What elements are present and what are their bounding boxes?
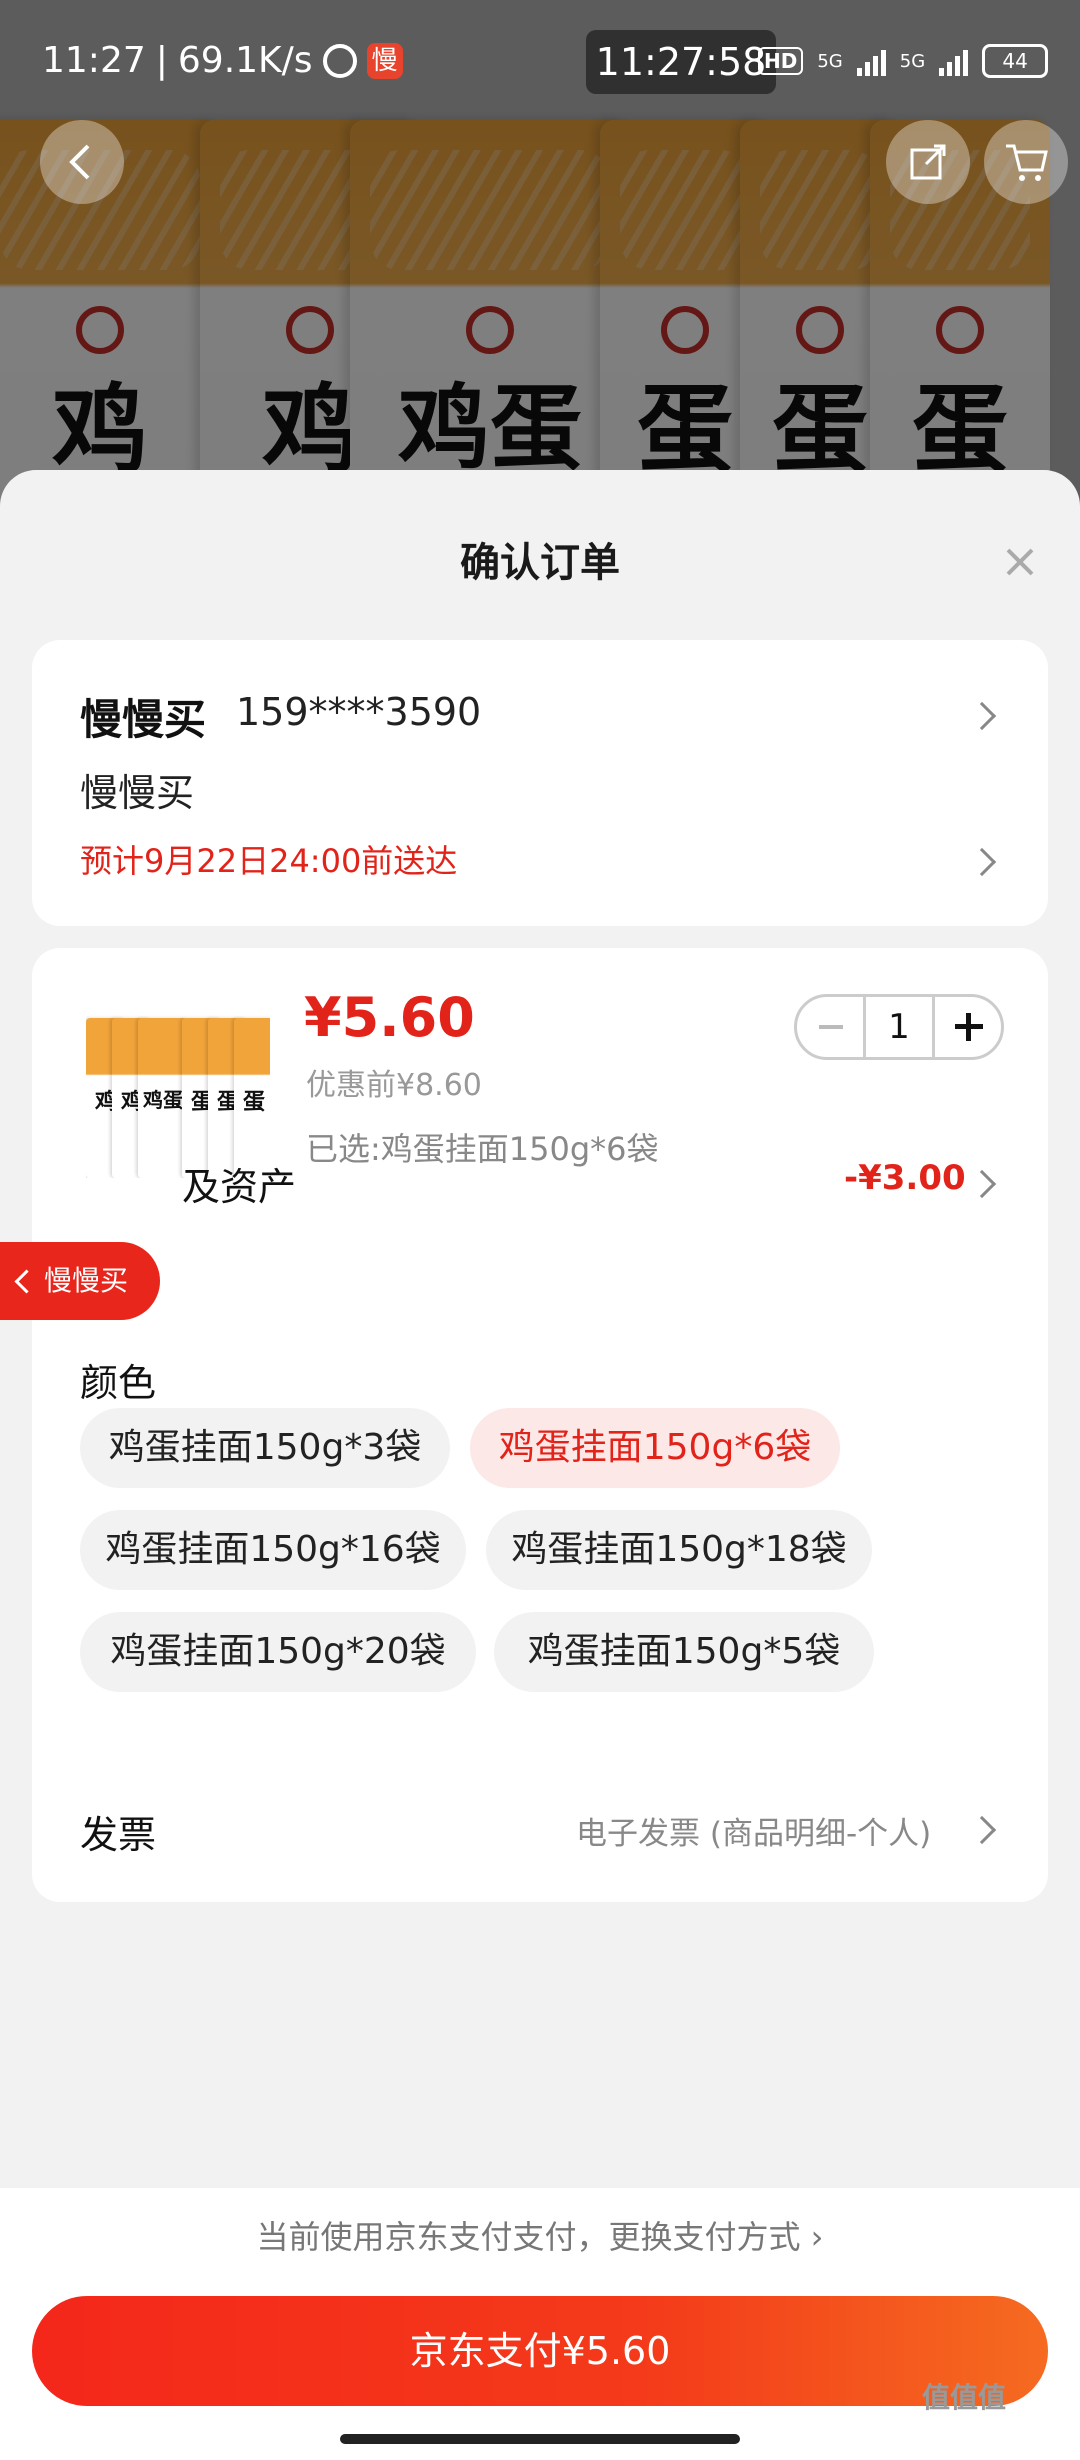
color-label: 颜色 [80,1361,157,1405]
floating-app-tag[interactable]: 慢慢买 [0,1242,160,1320]
cart-button[interactable] [984,120,1068,204]
original-price: 优惠前¥8.60 [306,1068,482,1103]
assets-label: 及资产 [182,1165,297,1209]
confirm-order-sheet: 确认订单 慢慢买 159****3590 慢慢买 预计9月22日24:00前送达… [0,470,1080,2460]
app-badge-icon: 慢 [366,42,403,79]
pay-button[interactable]: 京东支付¥5.60 [32,2296,1048,2406]
alarm-icon [322,43,357,78]
chevron-right-icon [967,701,997,731]
chevron-right-icon[interactable] [967,1815,997,1845]
back-button[interactable] [40,120,124,204]
status-bar: 11:27 | 69.1K/s 慢 11:27:58 HD 5G 5G 44 [0,30,1080,100]
selected-spec: 已选:鸡蛋挂面150g*6袋 [306,1130,659,1168]
network-type-label: 5G [817,50,843,72]
recipient-name: 慢慢买 [80,695,207,744]
payment-bar: 当前使用京东支付支付，更换支付方式 › 京东支付¥5.60 [0,2188,1080,2460]
watermark: 值值值 [922,2381,1007,2414]
sheet-title: 确认订单 [460,540,620,586]
quantity-value[interactable]: 1 [863,997,935,1057]
product-thumbnail: 鸡 鸡 鸡蛋 蛋 蛋 蛋 [86,1008,270,1178]
chevron-right-icon[interactable] [967,1169,997,1199]
hd-icon: HD [758,47,804,75]
chevron-right-icon[interactable] [967,847,997,877]
color-option-chip[interactable]: 鸡蛋挂面150g*18袋 [486,1510,872,1590]
address-line: 慢慢买 [80,771,195,815]
battery-icon: 44 [982,44,1049,78]
product-price: ¥5.60 [304,986,475,1049]
change-payment-link[interactable]: 当前使用京东支付支付，更换支付方式 › [0,2212,1080,2258]
clock-pill: 11:27:58 [586,30,776,94]
invoice-label: 发票 [80,1813,157,1857]
back-arrow-icon [69,144,90,180]
network-speed: 69.1K/s [177,40,313,81]
increase-quantity-button[interactable] [935,997,1001,1057]
decrease-quantity-button[interactable] [797,997,863,1057]
delivery-eta: 预计9月22日24:00前送达 [80,842,458,880]
cart-icon [1006,144,1048,181]
color-option-chip-selected[interactable]: 鸡蛋挂面150g*6袋 [470,1408,840,1488]
color-option-chip[interactable]: 鸡蛋挂面150g*16袋 [80,1510,466,1590]
color-option-chip[interactable]: 鸡蛋挂面150g*20袋 [80,1612,476,1692]
color-option-chip[interactable]: 鸡蛋挂面150g*5袋 [494,1612,874,1692]
address-card[interactable]: 慢慢买 159****3590 慢慢买 预计9月22日24:00前送达 [32,640,1048,926]
share-button[interactable] [886,120,970,204]
product-card: 鸡 鸡 鸡蛋 蛋 蛋 蛋 ¥5.60 优惠前¥8.60 已选:鸡蛋挂面150g*… [32,948,1048,1902]
share-icon [910,144,946,180]
network-type-label: 5G [899,50,926,72]
quantity-stepper: 1 [794,994,1004,1060]
close-icon[interactable] [1000,542,1040,582]
assets-discount-value[interactable]: -¥3.00 [844,1158,966,1198]
signal-icon [856,46,886,76]
recipient-phone: 159****3590 [236,690,482,734]
home-indicator[interactable] [340,2434,740,2444]
color-option-chip[interactable]: 鸡蛋挂面150g*3袋 [80,1408,450,1488]
status-time: 11:27 [42,40,146,81]
invoice-value[interactable]: 电子发票 (商品明细-个人) [576,1808,931,1853]
signal-icon [939,46,969,76]
